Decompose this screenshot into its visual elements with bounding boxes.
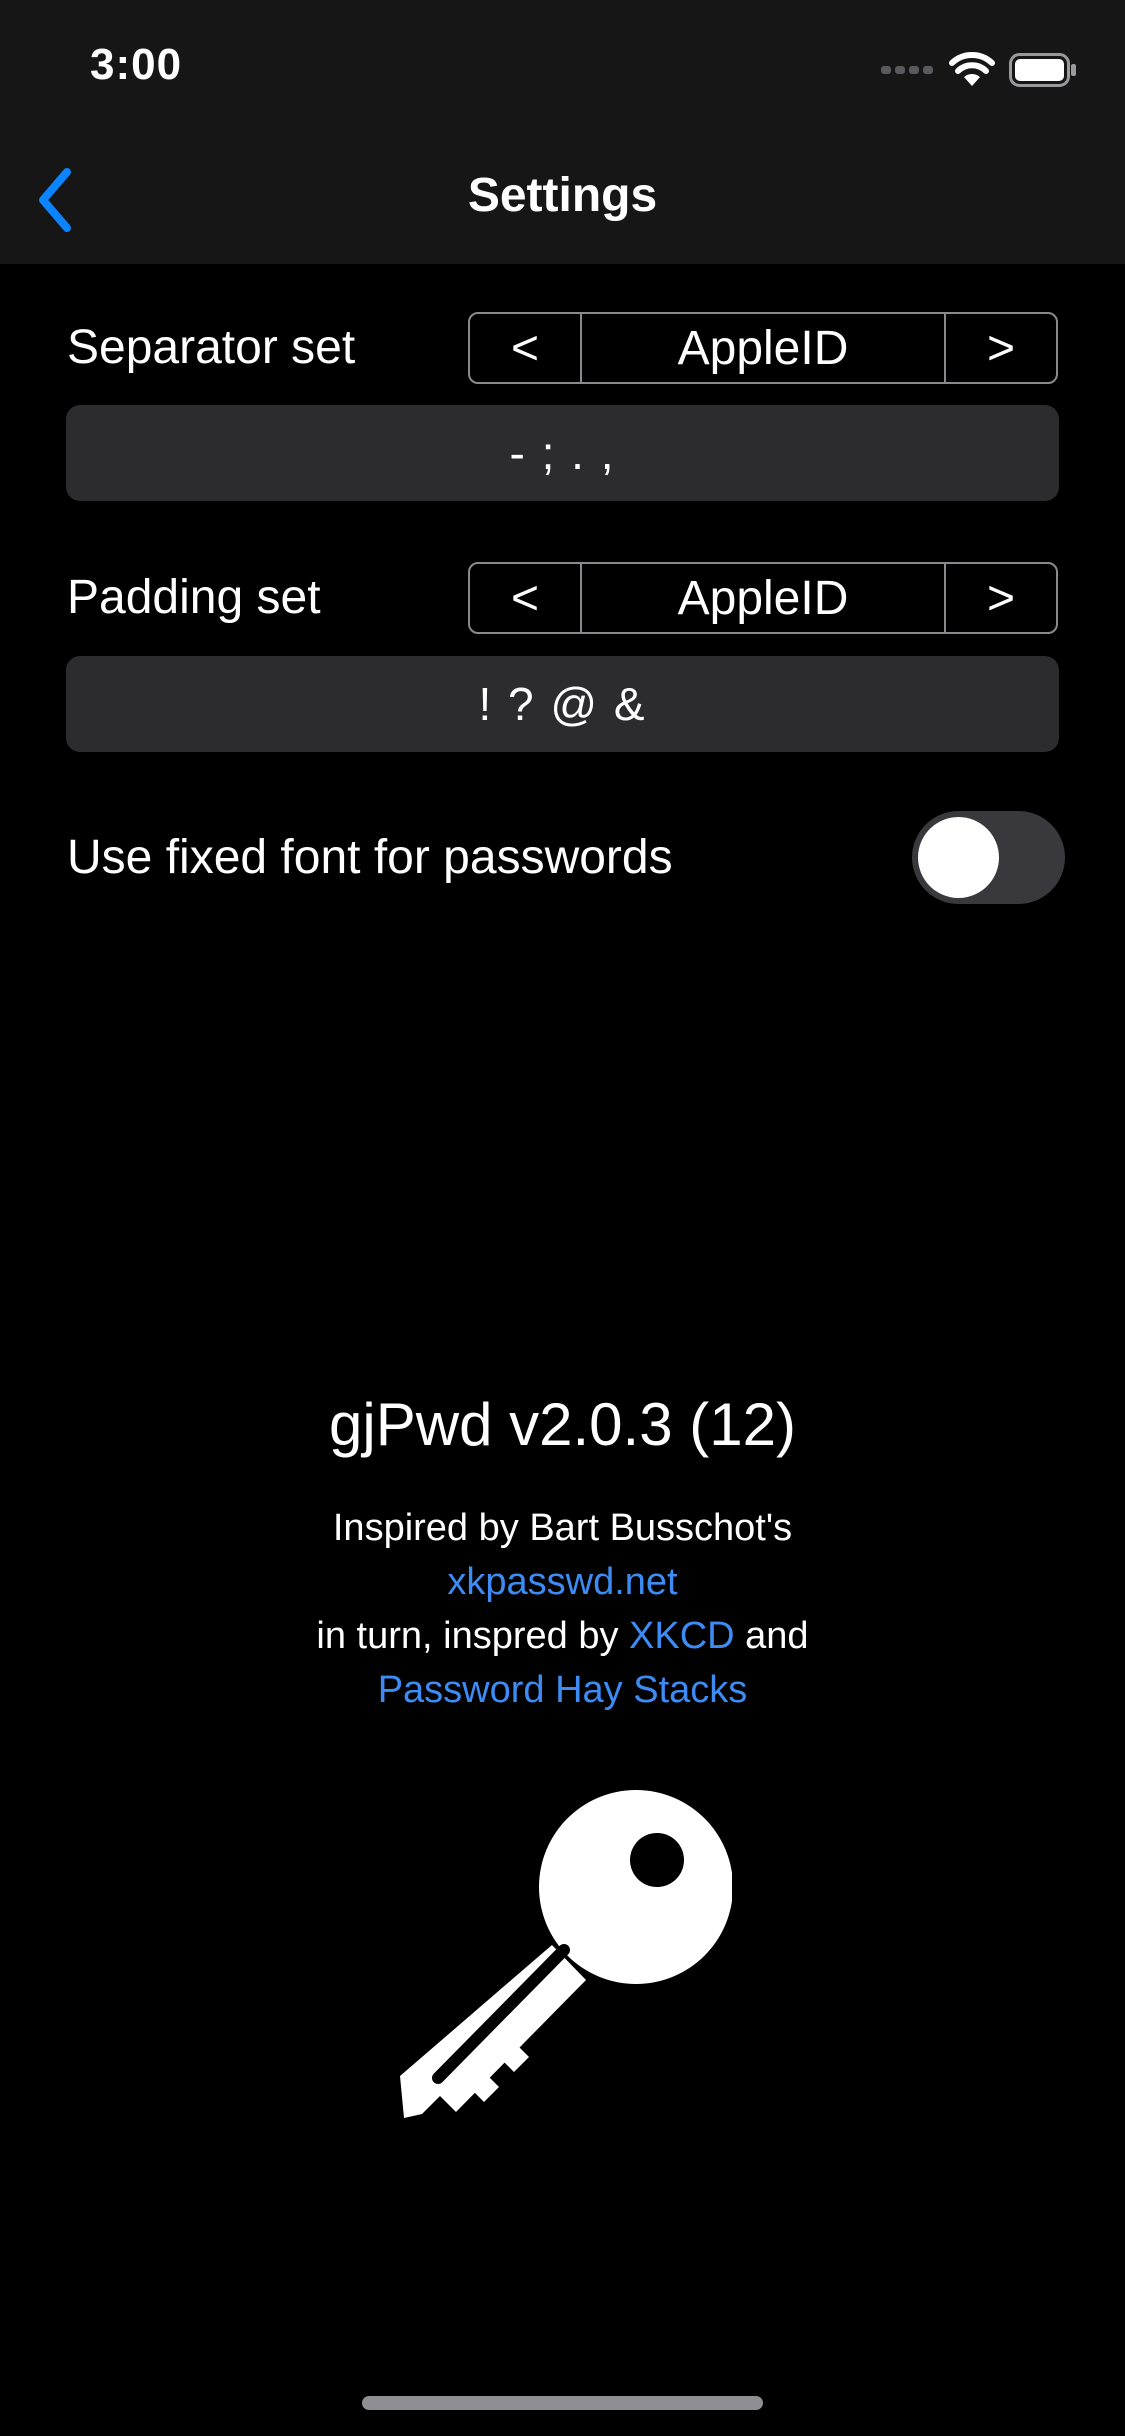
signal-icon (881, 66, 933, 74)
app-version: gjPwd v2.0.3 (12) (329, 1391, 796, 1458)
toggle-knob (918, 817, 999, 898)
padding-prev-button[interactable]: < (470, 564, 580, 632)
navigation-bar: 3:00 Settings (0, 0, 1125, 264)
status-indicators (881, 50, 1077, 90)
fixed-font-toggle[interactable] (912, 811, 1065, 904)
padding-characters-field: ! ? @ & (66, 656, 1059, 752)
password-haystacks-link[interactable]: Password Hay Stacks (378, 1669, 748, 1711)
home-indicator (362, 2396, 763, 2410)
padding-set-label: Padding set (67, 571, 321, 624)
xkcd-link[interactable]: XKCD (629, 1615, 735, 1657)
separator-set-label: Separator set (67, 321, 356, 374)
separator-set-value: AppleID (580, 314, 946, 382)
key-icon (400, 1790, 732, 2118)
credit-line-3-prefix: in turn, inspred by (316, 1615, 630, 1657)
wifi-icon (949, 52, 995, 86)
credit-line-4: Password Hay Stacks (0, 1669, 1125, 1712)
separator-characters-field: - ; . , (66, 405, 1059, 501)
credit-line-2: xkpasswd.net (0, 1561, 1125, 1604)
padding-set-value: AppleID (580, 564, 946, 632)
page-title: Settings (467, 169, 658, 222)
status-time: 3:00 (90, 40, 183, 89)
separator-set-stepper: < AppleID > (468, 312, 1058, 384)
separator-next-button[interactable]: > (946, 314, 1056, 382)
separator-prev-button[interactable]: < (470, 314, 580, 382)
battery-icon (1009, 53, 1076, 87)
credit-line-3: in turn, inspred by XKCD and (0, 1615, 1125, 1658)
xkpasswd-link[interactable]: xkpasswd.net (447, 1561, 677, 1603)
credit-line-1: Inspired by Bart Busschot's (332, 1507, 793, 1549)
padding-set-stepper: < AppleID > (468, 562, 1058, 634)
credit-line-3-suffix: and (734, 1615, 809, 1657)
fixed-font-label: Use fixed font for passwords (67, 831, 673, 884)
padding-next-button[interactable]: > (946, 564, 1056, 632)
